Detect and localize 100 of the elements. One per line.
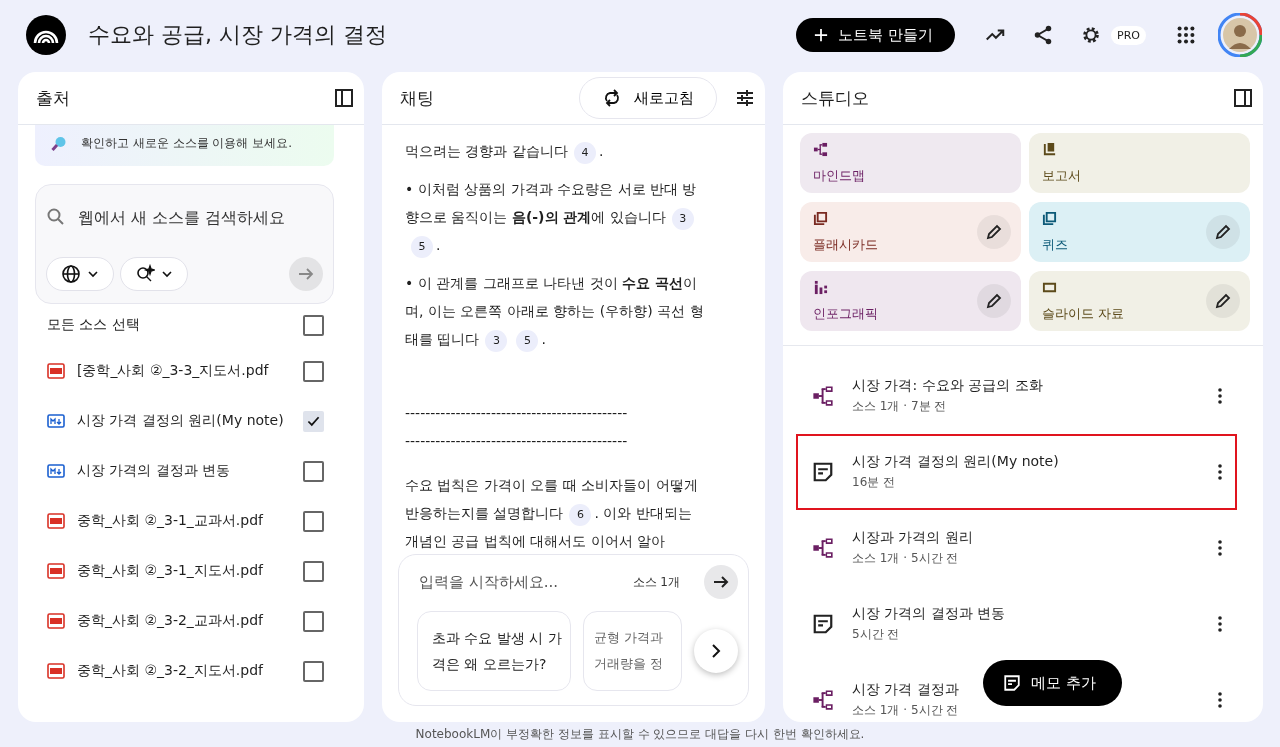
- more-icon[interactable]: [1217, 387, 1223, 405]
- note-meta: 소스 1개 · 7분 전: [852, 398, 947, 415]
- send-button[interactable]: [704, 565, 738, 599]
- pdf-file-icon: [47, 613, 65, 629]
- select-all-label: 모든 소스 선택: [47, 316, 141, 334]
- note-title: 시장 가격 결정과: [852, 681, 959, 699]
- more-icon[interactable]: [1217, 691, 1223, 709]
- note-meta: 5시간 전: [852, 626, 900, 643]
- edit-button[interactable]: [977, 215, 1011, 249]
- source-count: 소스 1개: [632, 573, 680, 591]
- logo-icon[interactable]: [26, 15, 66, 55]
- checkbox[interactable]: [303, 314, 324, 336]
- tune-icon[interactable]: [735, 88, 755, 108]
- checkbox[interactable]: [303, 460, 324, 482]
- mind-map-icon: [812, 689, 834, 711]
- suggestion-chip[interactable]: 균형 가격과 거래량을 정: [582, 611, 682, 691]
- pro-badge: PRO: [1111, 25, 1146, 45]
- studio-tile[interactable]: 인포그래픽: [800, 271, 1021, 331]
- pdf-file-icon: [47, 663, 65, 679]
- pencil-icon: [1213, 222, 1233, 242]
- citation-chip[interactable]: 3: [671, 208, 694, 230]
- edit-button[interactable]: [1206, 215, 1240, 249]
- citation-chip[interactable]: 5: [516, 330, 539, 352]
- avatar[interactable]: [1218, 13, 1262, 57]
- disclaimer-text: NotebookLM이 부정확한 정보를 표시할 수 있으므로 대답을 다시 한번 확인하세요.: [414, 726, 866, 743]
- create-notebook-button[interactable]: 노트북 만들기: [796, 18, 956, 52]
- note-title: 시장 가격 결정의 원리(My note): [852, 453, 1059, 471]
- studio-tile[interactable]: 슬라이드 자료: [1029, 271, 1250, 331]
- mind-map-icon: [812, 537, 834, 559]
- panel-title: 출처: [36, 86, 70, 110]
- checkbox[interactable]: [303, 560, 324, 582]
- caret-icon: [87, 268, 99, 280]
- note-title: 시장 가격의 결정과 변동: [852, 605, 1006, 623]
- tile-label: 마인드맵: [813, 166, 865, 185]
- more-icon[interactable]: [1217, 539, 1223, 557]
- tile-label: 퀴즈: [1042, 235, 1068, 254]
- note-icon: [1003, 674, 1021, 692]
- submit-button[interactable]: [289, 257, 323, 291]
- chat-paragraph: --------------------------------------------: [405, 404, 629, 423]
- magnifier-icon: [51, 135, 67, 152]
- studio-tile[interactable]: 보고서: [1029, 133, 1250, 193]
- source-name[interactable]: [중학_사회 ②_3-3_지도서.pdf: [77, 362, 291, 380]
- pencil-icon: [984, 291, 1004, 311]
- more-icon[interactable]: [1217, 463, 1223, 481]
- checkbox[interactable]: [303, 510, 324, 532]
- source-name[interactable]: 중학_사회 ②_3-2_지도서.pdf: [77, 662, 291, 680]
- edit-button[interactable]: [1206, 284, 1240, 318]
- source-name[interactable]: 중학_사회 ②_3-1_교과서.pdf: [77, 512, 291, 530]
- note-icon: [812, 613, 834, 635]
- web-source-dropdown[interactable]: [46, 257, 114, 291]
- banner-text: 확인하고 새로운 소스를 이용해 보세요.: [81, 135, 293, 152]
- more-icon[interactable]: [1217, 615, 1223, 633]
- pdf-file-icon: [47, 363, 65, 379]
- citation-chip[interactable]: 5: [411, 236, 433, 258]
- source-name[interactable]: 시장 가격의 결정과 변동: [77, 462, 291, 480]
- edit-button[interactable]: [977, 284, 1011, 318]
- sidebar-toggle-icon[interactable]: [334, 88, 354, 108]
- citation-chip[interactable]: 6: [569, 504, 592, 526]
- tile-label: 슬라이드 자료: [1042, 304, 1125, 323]
- studio-tile[interactable]: 퀴즈: [1029, 202, 1250, 262]
- refresh-button[interactable]: 새로고침: [579, 77, 717, 119]
- markdown-file-icon: [47, 413, 65, 429]
- tile-label: 보고서: [1042, 166, 1081, 185]
- chat-paragraph: • 이 관계를 그래프로 나타낸 것이 수요 곡선이며, 이는 오른쪽 아래로 향하는 (우하향) 곡선 형태를 띱니다 3 5 .: [405, 269, 705, 353]
- pdf-file-icon: [47, 513, 65, 529]
- source-name[interactable]: 중학_사회 ②_3-1_지도서.pdf: [77, 562, 291, 580]
- notebook-title[interactable]: 수요와 공급, 시장 가격의 결정: [88, 20, 387, 50]
- search-field[interactable]: 웹에서 새 소스를 검색하세요: [76, 206, 323, 228]
- checkbox[interactable]: [303, 360, 324, 382]
- source-name[interactable]: 중학_사회 ②_3-2_교과서.pdf: [77, 612, 291, 630]
- note-meta: 16분 전: [852, 474, 896, 491]
- globe-icon: [61, 264, 81, 284]
- pdf-file-icon: [47, 563, 65, 579]
- search-icon: [46, 207, 66, 227]
- studio-tile[interactable]: 마인드맵: [800, 133, 1021, 193]
- chat-paragraph: • 이처럼 상품의 가격과 수요량은 서로 반대 방향으로 움직이는 음(-)의 관계에 있습니다 3 5 .: [405, 175, 705, 259]
- citation-chip[interactable]: 3: [485, 330, 508, 352]
- highlighted-note-item[interactable]: 시장 가격 결정의 원리(My note) 16분 전: [796, 434, 1237, 510]
- source-name[interactable]: 시장 가격 결정의 원리(My note): [77, 412, 291, 430]
- sidebar-toggle-icon[interactable]: [1233, 88, 1253, 108]
- citation-chip[interactable]: 4: [573, 142, 596, 164]
- panel-title: 스튜디오: [801, 86, 869, 110]
- research-mode-dropdown[interactable]: [120, 257, 188, 291]
- studio-tile[interactable]: 플래시카드: [800, 202, 1021, 262]
- suggestion-chip[interactable]: 초과 수요 발생 시 가격은 왜 오르는가?: [417, 611, 571, 691]
- note-icon: [812, 461, 834, 483]
- markdown-file-icon: [47, 463, 65, 479]
- checkbox[interactable]: [303, 660, 324, 682]
- add-note-button[interactable]: 메모 추가: [983, 660, 1122, 706]
- refresh-icon: [602, 88, 622, 108]
- apps-icon[interactable]: [1175, 24, 1197, 46]
- chat-paragraph: 먹으려는 경향과 같습니다 4 .: [405, 137, 705, 165]
- note-title: 시장과 가격의 원리: [852, 529, 973, 547]
- tile-label: 플래시카드: [813, 235, 878, 254]
- pencil-icon: [984, 222, 1004, 242]
- checkbox[interactable]: [303, 610, 324, 632]
- mind-map-icon: [812, 385, 834, 407]
- pencil-icon: [1213, 291, 1233, 311]
- sparkle-search-icon: [135, 264, 155, 284]
- caret-icon: [161, 268, 173, 280]
